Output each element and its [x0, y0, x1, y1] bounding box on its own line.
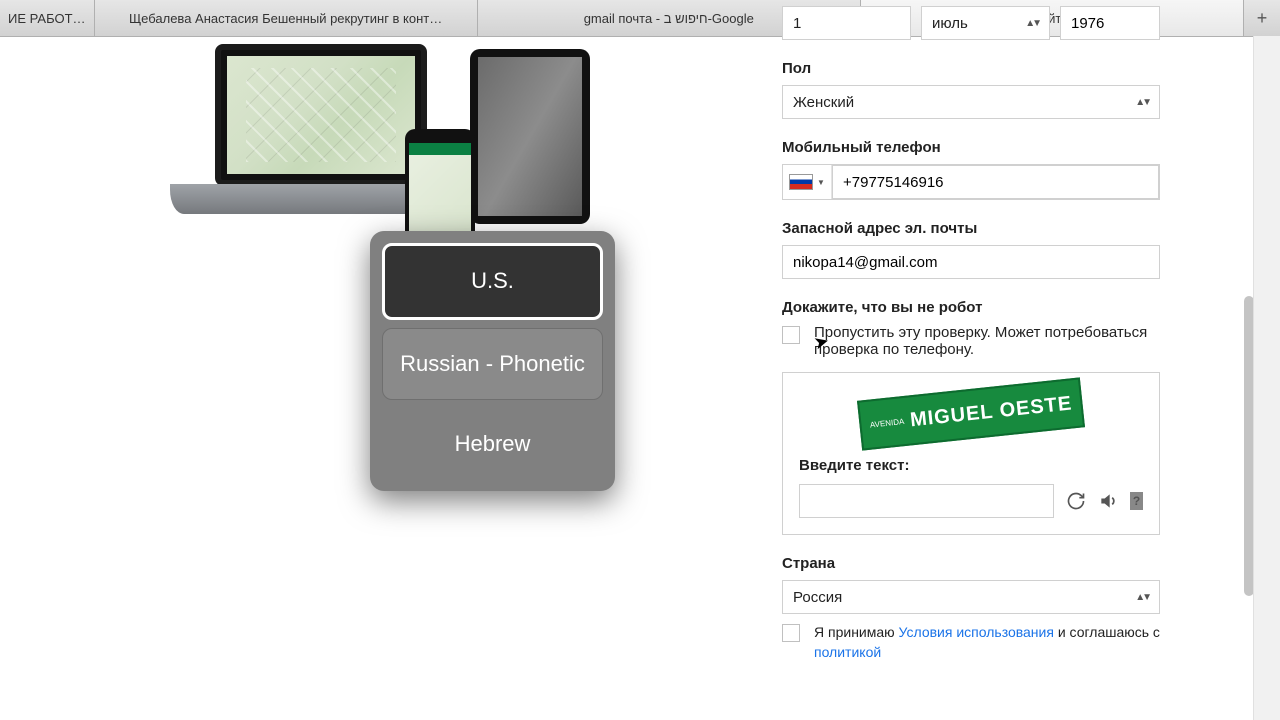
tos-checkbox[interactable] [782, 624, 800, 642]
scrollbar-track [1240, 36, 1254, 720]
birthday-row: 1 июль ▲▼ [782, 6, 1160, 40]
privacy-link[interactable]: политикой [814, 644, 881, 660]
tab-0-label: ИЕ РАБОТ… [8, 11, 86, 26]
input-source-hebrew[interactable]: Hebrew [382, 408, 603, 479]
refresh-icon[interactable] [1066, 491, 1086, 511]
tab-2-label: gmail почта - חיפוש ב-Google [584, 11, 754, 26]
chevron-down-icon: ▲▼ [1135, 97, 1149, 108]
phone-input[interactable] [832, 165, 1159, 199]
chevron-down-icon: ▲▼ [1135, 592, 1149, 603]
captcha-box: AVENIDA MIGUEL OESTE Введите текст: ? [782, 372, 1160, 535]
country-value: Россия [793, 589, 842, 606]
country-select[interactable]: Россия ▲▼ [782, 580, 1160, 614]
birthday-day-value: 1 [793, 15, 801, 32]
backup-email-input[interactable] [782, 245, 1160, 279]
audio-icon[interactable] [1098, 491, 1118, 511]
input-source-us[interactable]: U.S. [382, 243, 603, 320]
tab-0[interactable]: ИЕ РАБОТ… [0, 0, 95, 36]
promo-area: U.S. Russian - Phonetic Hebrew [0, 36, 760, 720]
phone-field: ▼ [782, 164, 1160, 200]
captcha-image: AVENIDA MIGUEL OESTE [857, 377, 1085, 450]
flag-russia-icon [789, 174, 813, 190]
backup-email-label: Запасной адрес эл. почты [782, 220, 1160, 237]
gender-label: Пол [782, 60, 1160, 77]
gender-value: Женский [793, 94, 854, 111]
skip-verification-checkbox[interactable] [782, 326, 800, 344]
captcha-image-text: MIGUEL OESTE [909, 392, 1073, 432]
captcha-image-small-text: AVENIDA [869, 417, 904, 430]
tablet-graphic [470, 49, 590, 224]
phone-label: Мобильный телефон [782, 139, 1160, 156]
plus-icon: + [1257, 8, 1268, 29]
input-source-russian-phonetic[interactable]: Russian - Phonetic [382, 328, 603, 401]
chevron-down-icon: ▲▼ [1025, 18, 1039, 29]
gender-select[interactable]: Женский ▲▼ [782, 85, 1160, 119]
laptop-graphic [190, 44, 440, 214]
input-source-popover: U.S. Russian - Phonetic Hebrew [370, 231, 615, 491]
page-content: U.S. Russian - Phonetic Hebrew 1 июль ▲▼… [0, 36, 1280, 720]
chevron-down-icon: ▼ [817, 178, 825, 187]
country-code-select[interactable]: ▼ [783, 165, 832, 199]
skip-verification-row: Пропустить эту проверку. Может потребова… [782, 324, 1160, 358]
signup-form: 1 июль ▲▼ Пол Женский ▲▼ Мобильный телеф… [760, 36, 1190, 720]
tos-text: Я принимаю Условия использования и согла… [814, 622, 1160, 663]
browser-side-strip [1253, 36, 1280, 720]
birthday-day-select[interactable]: 1 [782, 6, 911, 40]
tab-1-label: Щебалева Анастасия Бешенный рекрутинг в … [129, 11, 442, 26]
birthday-year-input[interactable] [1060, 6, 1160, 40]
devices-illustration [190, 44, 590, 244]
new-tab-button[interactable]: + [1244, 0, 1280, 36]
captcha-input[interactable] [799, 484, 1054, 518]
skip-verification-text: Пропустить эту проверку. Может потребова… [814, 324, 1160, 358]
tab-1[interactable]: Щебалева Анастасия Бешенный рекрутинг в … [95, 0, 478, 36]
tos-link[interactable]: Условия использования [899, 624, 1054, 640]
tos-row: Я принимаю Условия использования и согла… [782, 622, 1160, 663]
country-label: Страна [782, 555, 1160, 572]
captcha-heading: Докажите, что вы не робот [782, 299, 1160, 316]
birthday-month-select[interactable]: июль ▲▼ [921, 6, 1050, 40]
birthday-month-value: июль [932, 15, 968, 32]
help-icon[interactable]: ? [1130, 492, 1143, 510]
captcha-input-label: Введите текст: [799, 457, 1143, 474]
